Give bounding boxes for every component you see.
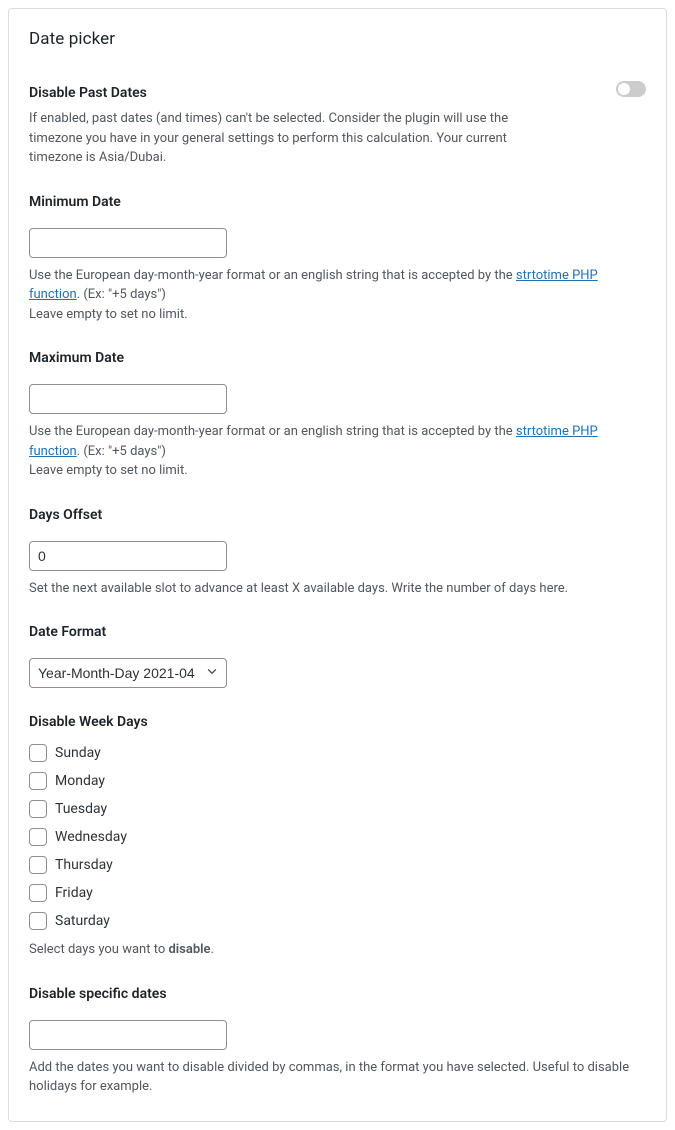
disable-specific-dates-label: Disable specific dates	[29, 986, 646, 1002]
checkbox-label-sunday[interactable]: Sunday	[55, 745, 101, 761]
weekday-row-tuesday: Tuesday	[29, 800, 646, 818]
disable-past-dates-section: Disable Past Dates If enabled, past date…	[29, 85, 646, 168]
weekday-row-friday: Friday	[29, 884, 646, 902]
checkbox-label-wednesday[interactable]: Wednesday	[55, 829, 127, 845]
weekday-row-sunday: Sunday	[29, 744, 646, 762]
minimum-date-section: Minimum Date Use the European day-month-…	[29, 194, 646, 325]
date-picker-panel: Date picker Disable Past Dates If enable…	[8, 8, 667, 1122]
disable-past-dates-desc: If enabled, past dates (and times) can't…	[29, 109, 509, 168]
maximum-date-label: Maximum Date	[29, 350, 646, 366]
maximum-date-input[interactable]	[29, 384, 227, 414]
checkbox-thursday[interactable]	[29, 856, 47, 874]
checkbox-tuesday[interactable]	[29, 800, 47, 818]
weekday-row-monday: Monday	[29, 772, 646, 790]
checkbox-label-saturday[interactable]: Saturday	[55, 913, 110, 929]
minimum-date-desc: Use the European day-month-year format o…	[29, 266, 646, 325]
disable-week-days-section: Disable Week Days Sunday Monday Tuesday …	[29, 714, 646, 960]
days-offset-section: Days Offset Set the next available slot …	[29, 507, 646, 599]
checkbox-saturday[interactable]	[29, 912, 47, 930]
checkbox-wednesday[interactable]	[29, 828, 47, 846]
weekday-row-thursday: Thursday	[29, 856, 646, 874]
days-offset-label: Days Offset	[29, 507, 646, 523]
weekday-row-wednesday: Wednesday	[29, 828, 646, 846]
maximum-date-section: Maximum Date Use the European day-month-…	[29, 350, 646, 481]
checkbox-label-tuesday[interactable]: Tuesday	[55, 801, 107, 817]
panel-title: Date picker	[29, 29, 646, 49]
checkbox-label-thursday[interactable]: Thursday	[55, 857, 113, 873]
disable-specific-dates-desc: Add the dates you want to disable divide…	[29, 1058, 646, 1097]
weekday-row-saturday: Saturday	[29, 912, 646, 930]
minimum-date-input[interactable]	[29, 228, 227, 258]
checkbox-friday[interactable]	[29, 884, 47, 902]
minimum-date-label: Minimum Date	[29, 194, 646, 210]
maximum-date-desc: Use the European day-month-year format o…	[29, 422, 646, 481]
date-format-label: Date Format	[29, 624, 646, 640]
checkbox-monday[interactable]	[29, 772, 47, 790]
date-format-section: Date Format Year-Month-Day 2021-04	[29, 624, 646, 688]
disable-specific-dates-section: Disable specific dates Add the dates you…	[29, 986, 646, 1097]
date-format-select[interactable]: Year-Month-Day 2021-04	[29, 658, 227, 688]
disable-specific-dates-input[interactable]	[29, 1020, 227, 1050]
checkbox-label-friday[interactable]: Friday	[55, 885, 93, 901]
days-offset-desc: Set the next available slot to advance a…	[29, 579, 646, 599]
disable-week-days-label: Disable Week Days	[29, 714, 646, 730]
days-offset-input[interactable]	[29, 541, 227, 571]
checkbox-label-monday[interactable]: Monday	[55, 773, 105, 789]
disable-past-dates-label: Disable Past Dates	[29, 85, 509, 101]
disable-week-days-desc: Select days you want to disable.	[29, 940, 646, 960]
disable-past-dates-toggle[interactable]	[616, 81, 646, 97]
checkbox-sunday[interactable]	[29, 744, 47, 762]
